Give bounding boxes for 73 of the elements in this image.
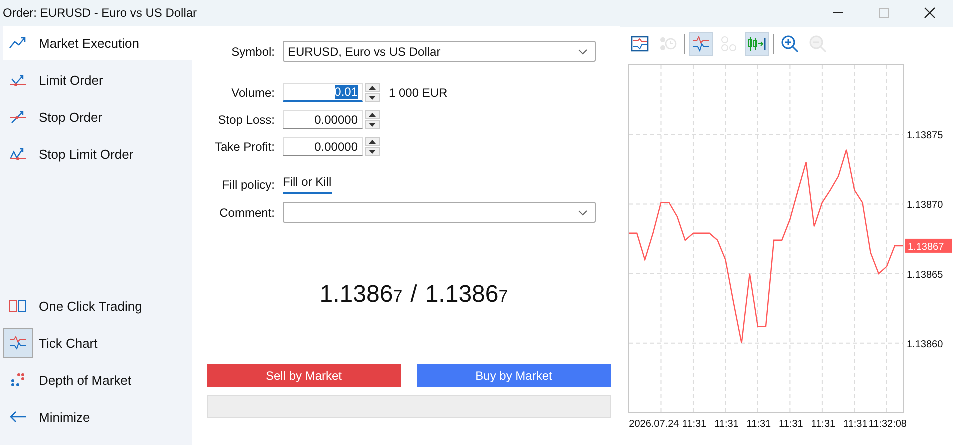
window-title: Order: EURUSD - Euro vs US Dollar	[2, 6, 198, 20]
spin-down-button[interactable]	[365, 120, 380, 129]
clock-dots-icon	[659, 36, 677, 52]
chevron-down-icon	[578, 48, 588, 54]
spin-up-button[interactable]	[365, 83, 380, 92]
tick-chart-icon	[692, 36, 710, 52]
input-field[interactable]: 0.01	[283, 83, 363, 102]
axis-label: 11:31	[746, 419, 772, 430]
sidebar-tool-item[interactable]: Tick Chart	[3, 326, 192, 360]
input-field[interactable]: 0.00000	[283, 110, 363, 129]
down-triangle-icon	[369, 96, 376, 100]
limit-order-icon	[9, 73, 27, 87]
bid-price: 1.13867	[320, 281, 403, 309]
price-tag: 1.13867	[905, 238, 952, 253]
up-triangle-icon	[369, 140, 376, 144]
comment-field[interactable]	[283, 202, 596, 223]
sidebar-tool-item[interactable]: Minimize	[3, 400, 192, 434]
zoom-out-icon	[809, 34, 827, 52]
tick-chart-icon	[9, 336, 27, 350]
toolbar-button[interactable]	[689, 32, 713, 56]
spin-up-button[interactable]	[365, 110, 380, 119]
axis-label: 1.13860	[907, 339, 944, 350]
field-label: Stop Loss:	[217, 112, 275, 126]
field-label: Volume:	[230, 86, 275, 100]
sidebar-tool-item[interactable]: One Click Trading	[3, 289, 192, 323]
chart-window-icon	[631, 36, 649, 52]
order-type-item[interactable]: Market Execution	[3, 26, 192, 60]
chevron-down-icon	[578, 210, 588, 216]
left-arrow-icon	[9, 410, 27, 424]
axis-label: 2026.07.24	[629, 419, 680, 430]
stop-order-icon	[9, 110, 27, 124]
axis-label: 11:31	[682, 419, 707, 430]
stop-limit-icon	[9, 147, 27, 161]
field-label: Symbol:	[230, 44, 275, 58]
up-triangle-icon	[369, 112, 376, 116]
axis-label: 11:31	[844, 419, 868, 430]
close-icon	[924, 7, 936, 19]
sell-button[interactable]: Sell by Market	[207, 364, 401, 387]
input-field[interactable]: 0.00000	[283, 137, 363, 156]
field-label: Fill policy:	[221, 178, 275, 192]
spin-down-button[interactable]	[365, 93, 380, 102]
axis-label: 11:31	[779, 419, 804, 430]
up-triangle-icon	[369, 86, 376, 90]
field-label: Take Profit:	[214, 140, 275, 154]
price-separator: /	[410, 281, 418, 309]
down-triangle-icon	[369, 150, 376, 154]
axis-label: 11:31	[811, 419, 836, 430]
field-label: Comment:	[218, 206, 275, 220]
axis-label: 11:31	[714, 419, 739, 430]
volume-note: 1 000 EUR	[389, 86, 448, 100]
axis-label: 1.13865	[907, 270, 944, 281]
zoom-in-icon	[781, 34, 799, 52]
circles-icon	[720, 36, 738, 52]
depth-icon	[9, 373, 27, 387]
trend-arrow-icon	[9, 36, 27, 50]
order-type-item[interactable]: Stop Limit Order	[3, 137, 192, 171]
buy-button[interactable]: Buy by Market	[417, 364, 611, 387]
spin-up-button[interactable]	[365, 137, 380, 146]
sidebar-tool-item[interactable]: Depth of Market	[3, 363, 192, 397]
symbol-dropdown[interactable]: EURUSD, Euro vs US Dollar	[283, 41, 596, 62]
toolbar-button[interactable]	[745, 32, 769, 56]
spin-down-button[interactable]	[365, 147, 380, 156]
maximize-icon	[878, 7, 890, 19]
axis-label: 11:32:08	[868, 419, 907, 430]
panels-icon	[9, 299, 27, 313]
axis-label: 1.13875	[907, 130, 944, 142]
axis-label: 1.13870	[907, 200, 944, 212]
ask-price: 1.13867	[425, 281, 508, 309]
fill-policy-option[interactable]: Fill or Kill	[283, 175, 332, 194]
candles-arrow-icon	[747, 36, 767, 52]
down-triangle-icon	[369, 122, 376, 126]
order-type-item[interactable]: Stop Order	[3, 100, 192, 134]
order-type-item[interactable]: Limit Order	[3, 63, 192, 97]
